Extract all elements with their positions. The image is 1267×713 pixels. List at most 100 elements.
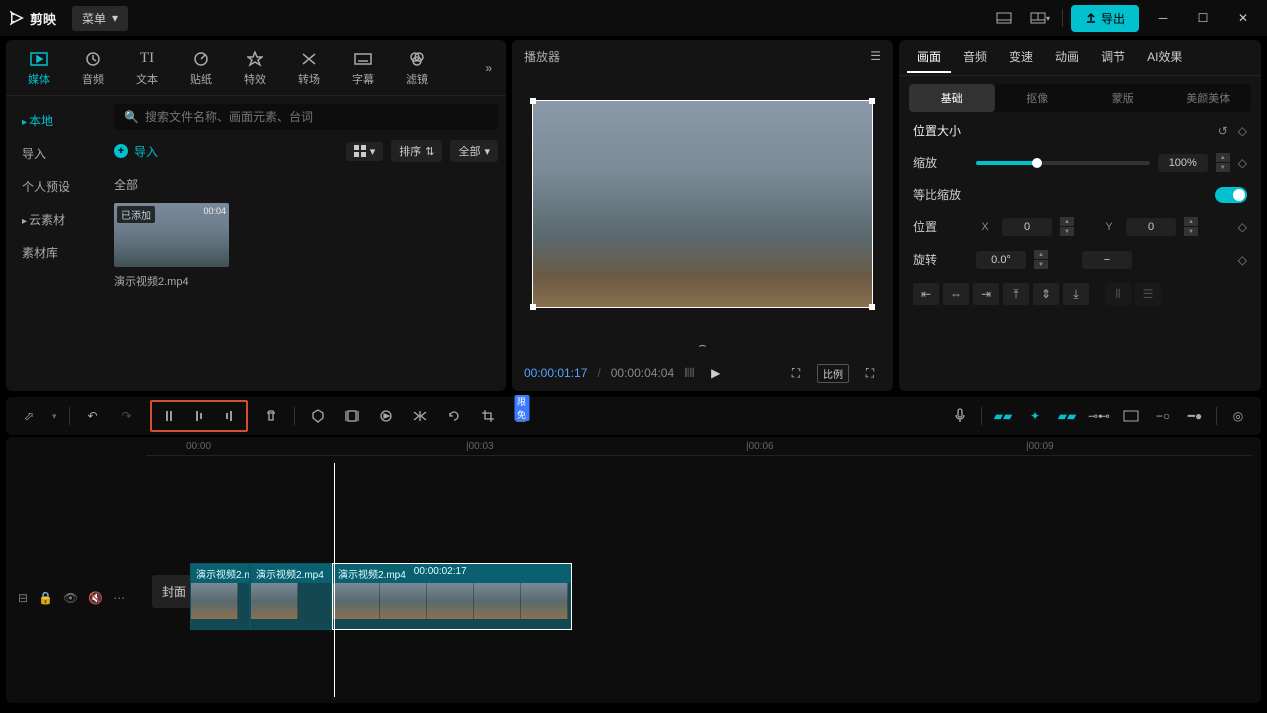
smart-tool-icon[interactable] [511,405,533,427]
rotation-stepper[interactable]: ▲▼ [1034,250,1048,269]
tab-media[interactable]: 媒体 [14,49,64,87]
position-y-value[interactable]: 0 [1126,218,1176,236]
playhead[interactable] [334,463,335,697]
maximize-button[interactable]: ☐ [1187,6,1219,30]
subtab-cutout[interactable]: 抠像 [995,84,1081,112]
split-right-icon[interactable] [218,405,240,427]
mark-icon[interactable] [307,405,329,427]
split-icon[interactable] [158,405,180,427]
tab-sticker[interactable]: 贴纸 [176,49,226,87]
scale-value[interactable]: 100% [1158,154,1208,172]
filter-button[interactable]: 全部 ▾ [450,140,498,162]
x-stepper[interactable]: ▲▼ [1060,217,1074,236]
rotate-icon[interactable] [443,405,465,427]
timeline-clip[interactable]: 演示视频2.mp4 [250,563,332,630]
tab-caption[interactable]: 字幕 [338,49,388,87]
view-grid-button[interactable]: ▾ [346,142,384,161]
prop-scale-toggle[interactable] [1215,187,1247,203]
keyframe-icon[interactable]: ◇ [1238,124,1247,138]
split-left-icon[interactable] [188,405,210,427]
zoom-slider[interactable]: ━● [1184,405,1206,427]
crop-icon[interactable] [477,405,499,427]
close-button[interactable]: ✕ [1227,6,1259,30]
mic-icon[interactable] [949,405,971,427]
sidebar-item-local[interactable]: ▸本地 [10,104,102,137]
align-right-icon[interactable]: ⇥ [973,283,999,305]
menu-button[interactable]: 菜单 ▾ [72,6,128,31]
cursor-tool-icon[interactable]: ⬀ [18,405,40,427]
tab-adjust[interactable]: 调节 [1091,42,1135,73]
subtab-basic[interactable]: 基础 [909,84,995,112]
search-input[interactable]: 🔍 [114,104,498,130]
track-lock-icon[interactable]: 🔒 [38,591,53,605]
redo-icon[interactable]: ↷ [116,405,138,427]
sort-button[interactable]: 排序 ⇅ [391,140,442,162]
fullscreen-icon[interactable]: ⛶ [859,362,881,384]
rotation-keyframe-icon[interactable]: ◇ [1238,253,1247,267]
export-button[interactable]: 导出 [1071,5,1139,32]
tab-transition[interactable]: 转场 [284,49,334,87]
media-thumbnail[interactable]: 已添加 00:04 演示视频2.mp4 [114,203,229,289]
position-keyframe-icon[interactable]: ◇ [1238,220,1247,234]
track-more-icon[interactable]: ⋯ [113,591,125,605]
align-bottom-icon[interactable]: ⤓ [1063,283,1089,305]
minimize-button[interactable]: ─ [1147,6,1179,30]
subtab-beauty[interactable]: 美颜美体 [1166,84,1252,112]
player-menu-icon[interactable]: ☰ [870,49,881,63]
tab-filter[interactable]: 滤镜 [392,49,442,87]
scale-keyframe-icon[interactable]: ◇ [1238,156,1247,170]
video-preview[interactable] [532,100,873,308]
sidebar-item-preset[interactable]: 个人预设 [10,170,102,203]
timeline-clip[interactable]: 演示视频2.n [190,563,250,630]
sidebar-item-library[interactable]: 素材库 [10,236,102,269]
ratio-button[interactable]: 比例 [817,364,849,383]
position-x-value[interactable]: 0 [1002,218,1052,236]
freeze-icon[interactable] [341,405,363,427]
layout2-icon[interactable]: ▾ [1026,6,1054,30]
tabs-more-icon[interactable]: » [479,61,498,75]
align-left-icon[interactable]: ⇤ [913,283,939,305]
play-button[interactable]: ▶ [705,362,727,384]
reset-icon[interactable]: ↺ [1218,124,1228,138]
magnet-all-icon[interactable]: ✦ [1024,405,1046,427]
tab-animation[interactable]: 动画 [1045,42,1089,73]
timeline-ruler[interactable]: 00:00 |00:03 |00:06 |00:09 [146,441,1261,463]
tab-text[interactable]: TI文本 [122,49,172,87]
sidebar-item-import[interactable]: 导入 [10,137,102,170]
cursor-dropdown-icon[interactable]: ▾ [52,411,57,422]
tab-audio[interactable]: 音频 [68,49,118,87]
undo-icon[interactable]: ↶ [82,405,104,427]
rotation-dash[interactable]: − [1082,251,1132,269]
track-collapse-icon[interactable]: ⊟ [18,591,28,605]
align-top-icon[interactable]: ⤒ [1003,283,1029,305]
tab-picture[interactable]: 画面 [907,42,951,73]
track-mute-icon[interactable]: 🔇 [88,591,103,605]
magnet-main-icon[interactable]: ▰▰ [992,405,1014,427]
scale-slider[interactable] [976,161,1150,165]
tab-ai[interactable]: AI效果 [1137,42,1192,73]
tab-effect[interactable]: 特效 [230,49,280,87]
y-stepper[interactable]: ▲▼ [1184,217,1198,236]
sidebar-item-cloud[interactable]: ▸云素材 [10,203,102,236]
align-center-v-icon[interactable]: ⇕ [1033,283,1059,305]
tab-audio-prop[interactable]: 音频 [953,42,997,73]
track-visible-icon[interactable]: 👁 [63,591,78,605]
zoom-fit-icon[interactable]: ◎ [1227,405,1249,427]
playback-curve-icon[interactable]: ⌢ [512,336,893,355]
distribute-v-icon[interactable]: ☰ [1135,283,1161,305]
tab-speed[interactable]: 变速 [999,42,1043,73]
subtab-mask[interactable]: 蒙版 [1080,84,1166,112]
speed-icon[interactable] [375,405,397,427]
align-center-h-icon[interactable]: ⇔ [943,283,969,305]
zoom-out-icon[interactable]: −○ [1152,405,1174,427]
rotation-value[interactable]: 0.0° [976,251,1026,269]
distribute-h-icon[interactable]: ⫴ [1105,283,1131,305]
snap-icon[interactable]: ⊸⊷ [1088,405,1110,427]
volume-bars-icon[interactable]: ⦀⦀ [684,366,695,381]
layout1-icon[interactable] [990,6,1018,30]
zoom-fit-icon[interactable]: ⛶ [785,362,807,384]
scale-stepper[interactable]: ▲▼ [1216,153,1230,172]
delete-icon[interactable] [260,405,282,427]
mirror-icon[interactable] [409,405,431,427]
link-icon[interactable]: ▰▰ [1056,405,1078,427]
